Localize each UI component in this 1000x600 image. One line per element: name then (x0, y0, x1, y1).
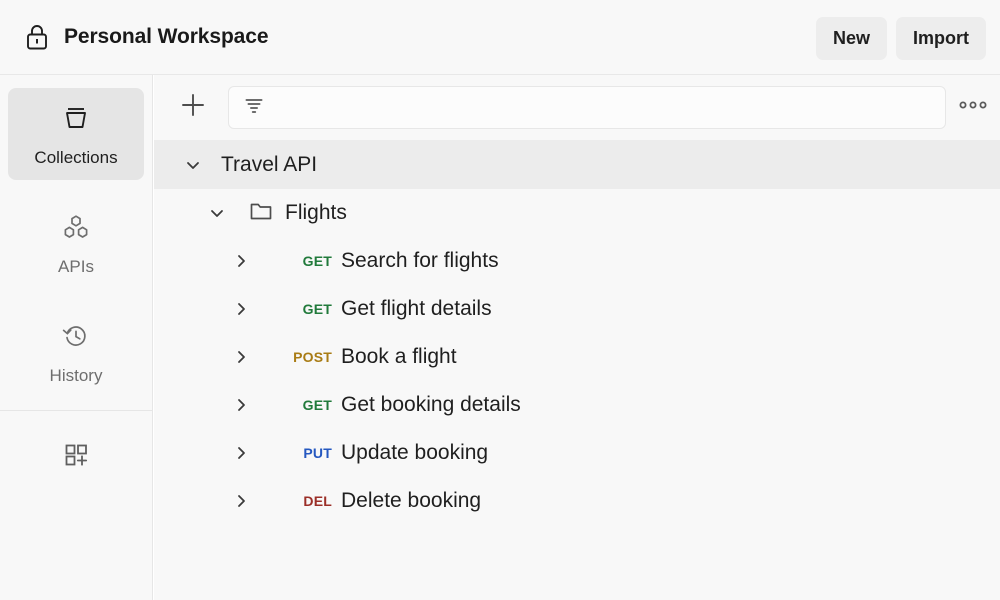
new-button[interactable]: New (815, 17, 887, 60)
app-root: Personal Workspace New Import Collection… (0, 0, 1000, 600)
request-method: GET (302, 397, 332, 413)
chevron-right-icon[interactable] (228, 344, 254, 370)
import-button[interactable]: Import (896, 17, 986, 60)
request-method: POST (293, 349, 332, 365)
folder-name: Flights (285, 201, 347, 224)
request-row[interactable]: GET Get flight details (154, 285, 1000, 333)
chevron-down-icon[interactable] (204, 200, 230, 226)
chevron-right-icon[interactable] (228, 488, 254, 514)
request-method: DEL (303, 493, 332, 509)
header-actions: New Import (815, 17, 986, 60)
collection-row-travel-api[interactable]: Travel API (154, 140, 1000, 189)
sidebar-item-label: History (49, 366, 103, 385)
page-title: Personal Workspace (64, 25, 269, 48)
request-method: GET (302, 301, 332, 317)
chevron-right-icon[interactable] (228, 248, 254, 274)
left-rail: Collections APIs History (0, 75, 153, 600)
search-input[interactable] (265, 87, 945, 128)
workspace-header: Personal Workspace New Import (0, 0, 1000, 75)
filter-icon (243, 94, 265, 121)
chevron-right-icon[interactable] (228, 392, 254, 418)
request-method: PUT (303, 445, 332, 461)
sidebar-item-apis[interactable]: APIs (8, 197, 144, 289)
add-modules-icon (59, 437, 93, 474)
request-name: Get flight details (341, 297, 492, 320)
history-clock-icon (59, 320, 93, 357)
request-name: Delete booking (341, 489, 482, 512)
search-field[interactable] (228, 86, 946, 129)
folder-icon (249, 200, 273, 227)
request-row[interactable]: DEL Delete booking (154, 477, 1000, 525)
collection-name: Travel API (221, 152, 318, 176)
chevron-down-icon[interactable] (180, 152, 206, 178)
rail-divider (0, 410, 153, 411)
request-name: Search for flights (341, 249, 499, 272)
sidebar-item-collections[interactable]: Collections (8, 88, 144, 180)
request-name: Get booking details (341, 393, 521, 416)
chevron-right-icon[interactable] (228, 440, 254, 466)
collections-toolbar (154, 75, 1000, 140)
lock-icon (24, 23, 50, 51)
request-row[interactable]: GET Search for flights (154, 237, 1000, 285)
more-options-button[interactable] (946, 88, 1000, 128)
request-row[interactable]: PUT Update booking (154, 429, 1000, 477)
request-list: GET Search for flights GET Get flight detai… (154, 237, 1000, 525)
request-row[interactable]: POST Book a flight (154, 333, 1000, 381)
collection-icon (59, 102, 93, 139)
folder-row-flights[interactable]: Flights (154, 189, 1000, 237)
collections-pane: Travel API Flights GET Search for flights… (154, 75, 1000, 600)
sidebar-item-label: Collections (34, 148, 118, 167)
chevron-right-icon[interactable] (228, 296, 254, 322)
more-horizontal-icon (956, 98, 990, 117)
request-row[interactable]: GET Get booking details (154, 381, 1000, 429)
plus-icon (178, 90, 208, 125)
sidebar-item-history[interactable]: History (8, 306, 144, 398)
request-name: Update booking (341, 441, 489, 464)
add-collection-button[interactable] (176, 91, 210, 125)
sidebar-item-label: APIs (58, 257, 94, 276)
add-modules-button[interactable] (8, 429, 144, 482)
workspace-badge[interactable]: Personal Workspace (24, 23, 269, 51)
apis-hexagon-icon (59, 211, 93, 248)
collections-tree: Travel API Flights GET Search for flights… (154, 140, 1000, 525)
request-name: Book a flight (341, 345, 457, 368)
request-method: GET (302, 253, 332, 269)
